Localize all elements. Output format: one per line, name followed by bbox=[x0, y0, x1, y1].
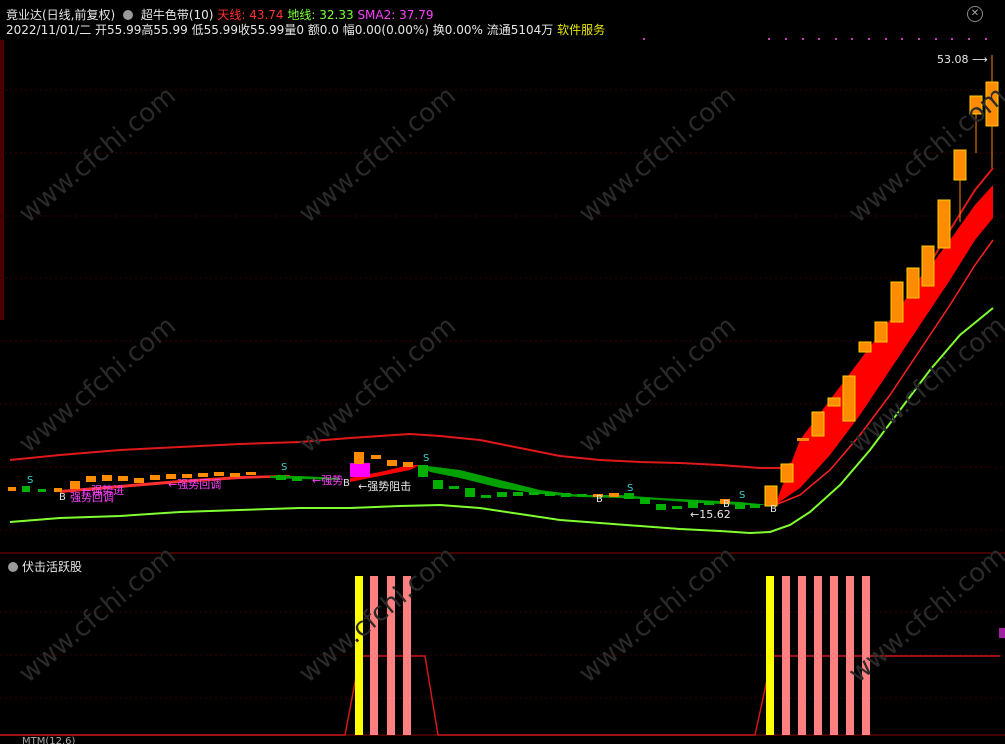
buy-marker: B bbox=[343, 478, 350, 489]
strong-block-label: ←强势阻击 bbox=[358, 480, 412, 493]
sell-marker: S bbox=[739, 490, 746, 501]
sell-marker: S bbox=[627, 483, 634, 494]
buy-marker: B bbox=[596, 494, 603, 505]
strong-short-label: ←强势 bbox=[312, 474, 344, 487]
high-price-label: 53.08 ⟶ bbox=[937, 53, 988, 66]
sell-marker: S bbox=[281, 462, 288, 473]
subpanel-title[interactable]: 伏击活跃股 bbox=[8, 558, 82, 575]
right-edge-marker bbox=[999, 628, 1005, 638]
signal-dots bbox=[643, 38, 987, 40]
bear-band-middle bbox=[420, 465, 770, 505]
candles-left bbox=[8, 472, 302, 492]
subpanel-title-text: 伏击活跃股 bbox=[22, 560, 83, 574]
strong-entry-label: ←强势进 bbox=[82, 484, 125, 497]
bottom-indicator-label[interactable]: MTM(12,6) bbox=[22, 736, 75, 744]
buy-marker: B bbox=[770, 504, 777, 515]
strong-pullback-arrow-label: ←强势回调 bbox=[168, 478, 222, 491]
sell-marker: S bbox=[423, 453, 430, 464]
buy-marker: B bbox=[723, 499, 730, 510]
sell-marker: S bbox=[27, 475, 34, 486]
subpanel-settings-icon[interactable] bbox=[8, 562, 18, 572]
buy-marker: B bbox=[59, 492, 66, 503]
